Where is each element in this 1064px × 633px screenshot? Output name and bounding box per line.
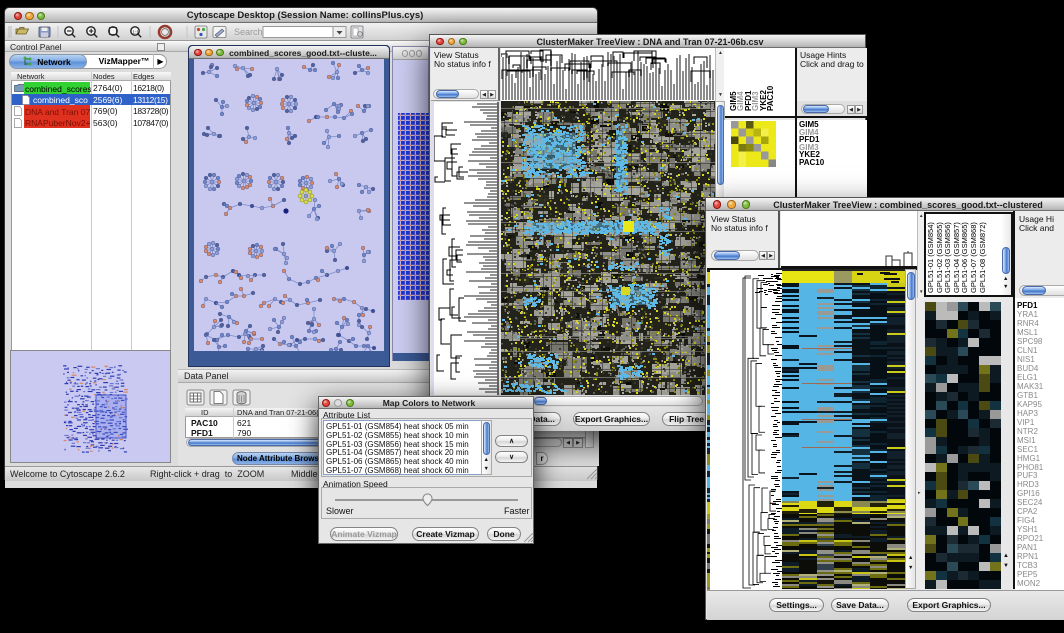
svg-text:1:1: 1:1 xyxy=(133,30,140,35)
svg-text:Search:: Search: xyxy=(234,27,265,37)
